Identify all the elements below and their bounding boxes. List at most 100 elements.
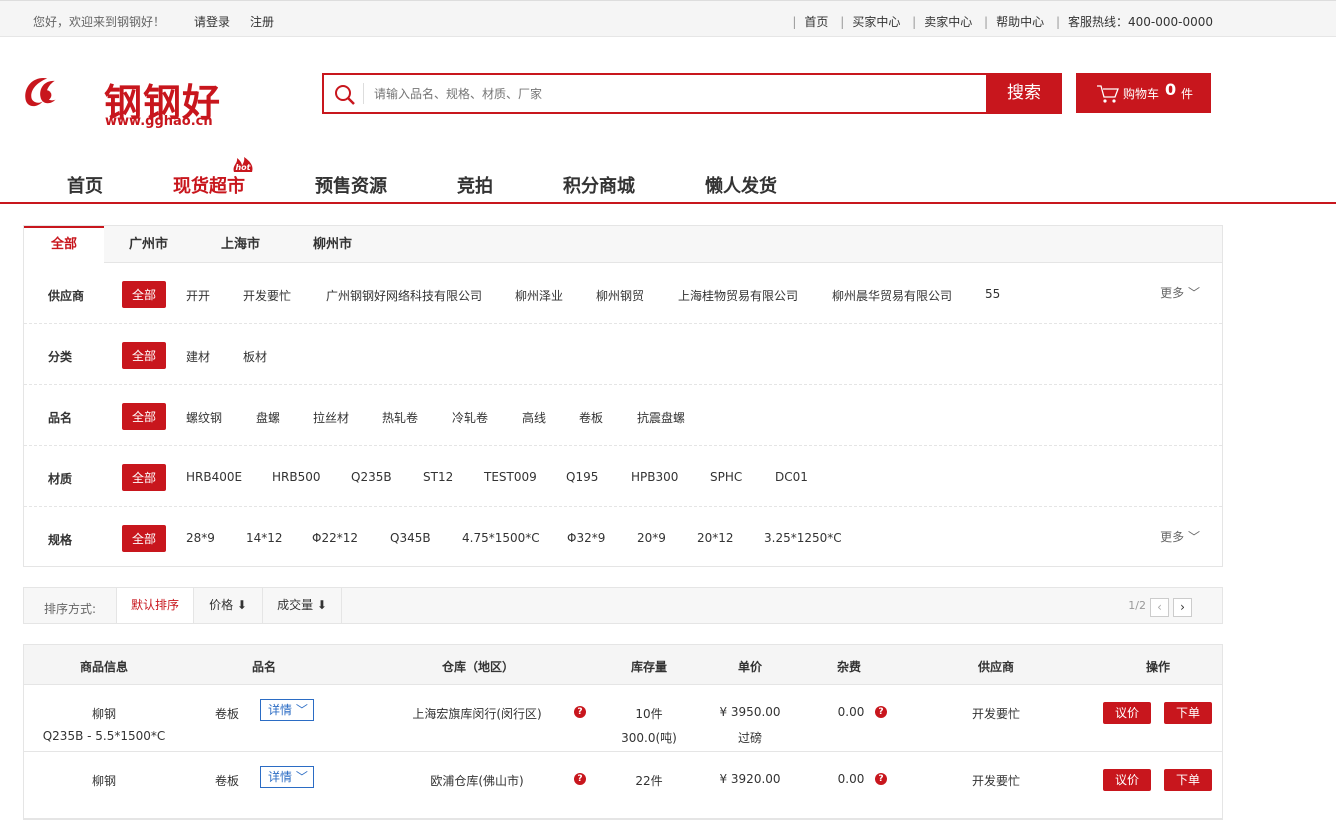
filter-option[interactable]: 上海桂物贸易有限公司	[678, 287, 798, 304]
sort-volume[interactable]: 成交量 ⬇	[263, 588, 342, 623]
detail-button[interactable]: 详情 ﹀	[260, 699, 314, 721]
help-icon[interactable]: ?	[875, 773, 887, 785]
brand-text: 柳钢	[91, 707, 117, 721]
filter-option[interactable]: 全部	[122, 464, 167, 491]
order-button[interactable]: 下单	[1164, 769, 1212, 791]
help-icon[interactable]: ?	[574, 706, 586, 718]
brand-text: 柳钢	[91, 774, 117, 788]
register-link[interactable]: 注册	[250, 13, 274, 30]
top-links: | 首页 | 买家中心 | 卖家中心 | 帮助中心 | 客服热线：400-000-0000	[792, 15, 1213, 29]
order-button[interactable]: 下单	[1164, 702, 1212, 724]
cart-button[interactable]: 购物车 0 件	[1076, 73, 1211, 113]
filter-row-material: 材质 全部 HRB400E HRB500 Q235B ST12 TEST009 …	[24, 446, 1222, 507]
filter-option[interactable]: 板材	[243, 348, 267, 365]
filter-option[interactable]: ST12	[423, 470, 453, 484]
filter-option[interactable]: Q195	[566, 470, 598, 484]
col-header: 商品信息	[79, 660, 129, 674]
nav-item-spot-market[interactable]: 现货超市	[173, 172, 245, 198]
filter-option[interactable]: 4.75*1500*C	[462, 531, 540, 545]
filter-option[interactable]: SPHC	[710, 470, 742, 484]
sort-default[interactable]: 默认排序	[116, 588, 194, 623]
top-link-home[interactable]: 首页	[804, 15, 828, 29]
filter-option[interactable]: 柳州泽业	[515, 287, 563, 304]
help-icon[interactable]: ?	[574, 773, 586, 785]
table-row: 柳钢 卷板 详情 ﹀ 欧浦仓库(佛山市) ? 22件 ¥ 3920.00 0.0…	[24, 752, 1222, 819]
detail-label: 详情	[268, 703, 293, 717]
filter-option[interactable]: HPB300	[631, 470, 678, 484]
prev-page-icon[interactable]: ‹	[1150, 598, 1169, 617]
fee-text: 0.00	[837, 705, 865, 719]
filter-option[interactable]: 建材	[186, 348, 210, 365]
filter-option[interactable]: 3.25*1250*C	[764, 531, 842, 545]
logo-icon[interactable]	[22, 57, 106, 133]
bargain-button[interactable]: 议价	[1103, 702, 1151, 724]
next-page-icon[interactable]: ›	[1173, 598, 1192, 617]
filter-option[interactable]: HRB500	[272, 470, 321, 484]
search-divider	[363, 83, 364, 104]
filter-option[interactable]: 全部	[122, 281, 167, 308]
top-link-help[interactable]: 帮助中心	[996, 15, 1044, 29]
top-link-seller[interactable]: 卖家中心	[924, 15, 972, 29]
top-link-buyer[interactable]: 买家中心	[852, 15, 900, 29]
filter-option[interactable]: 热轧卷	[382, 409, 418, 426]
detail-button[interactable]: 详情 ﹀	[260, 766, 314, 788]
filter-row-supplier: 供应商 全部 开开 开发要忙 广州钢钢好网络科技有限公司 柳州泽业 柳州钢贸 上…	[24, 263, 1222, 324]
bargain-button[interactable]: 议价	[1103, 769, 1151, 791]
supplier-link[interactable]: 开发要忙	[972, 705, 1020, 722]
tab-all-regions[interactable]: 全部	[24, 226, 104, 264]
filter-option[interactable]: 55	[985, 287, 1000, 301]
filter-option[interactable]: 20*9	[637, 531, 666, 545]
filter-option[interactable]: Q235B	[351, 470, 392, 484]
filter-option[interactable]: 拉丝材	[313, 409, 349, 426]
supplier-link[interactable]: 开发要忙	[972, 772, 1020, 789]
login-link[interactable]: 请登录	[194, 13, 230, 30]
filter-option[interactable]: Φ32*9	[567, 531, 605, 545]
filter-option[interactable]: Φ22*12	[312, 531, 358, 545]
filter-option[interactable]: 螺纹钢	[186, 409, 222, 426]
filter-option[interactable]: TEST009	[484, 470, 537, 484]
filter-option[interactable]: 全部	[122, 342, 167, 369]
filter-option[interactable]: 柳州钢贸	[596, 287, 644, 304]
filter-option[interactable]: HRB400E	[186, 470, 242, 484]
tab-liuzhou[interactable]: 柳州市	[313, 226, 352, 263]
price-text: ¥ 3920.00	[719, 772, 781, 786]
filter-option[interactable]: 14*12	[246, 531, 283, 545]
filter-option[interactable]: 28*9	[186, 531, 215, 545]
nav-item-auction[interactable]: 竞拍	[457, 172, 493, 198]
filter-option[interactable]: 盘螺	[256, 409, 280, 426]
chevron-down-icon: ﹀	[1187, 530, 1200, 544]
filter-option[interactable]: 全部	[122, 525, 167, 552]
filter-label: 材质	[48, 472, 73, 486]
sort-bar: 排序方式: 默认排序 价格 ⬇ 成交量 ⬇ 1/2 ‹ ›	[23, 587, 1223, 624]
nav-item-points-mall[interactable]: 积分商城	[563, 172, 635, 198]
filter-option[interactable]: 抗震盘螺	[637, 409, 685, 426]
cart-unit: 件	[1181, 87, 1194, 101]
filter-option[interactable]: 柳州晨华贸易有限公司	[832, 287, 952, 304]
filter-option[interactable]: DC01	[775, 470, 808, 484]
tab-shanghai[interactable]: 上海市	[221, 226, 260, 263]
nav-item-lazy-delivery[interactable]: 懒人发货	[705, 172, 777, 198]
filter-option[interactable]: 冷轧卷	[452, 409, 488, 426]
filter-option[interactable]: 开发要忙	[243, 287, 291, 304]
filter-option[interactable]: 广州钢钢好网络科技有限公司	[326, 287, 482, 304]
sort-price[interactable]: 价格 ⬇	[194, 588, 263, 623]
filter-option[interactable]: Q345B	[390, 531, 431, 545]
tab-guangzhou[interactable]: 广州市	[129, 226, 168, 263]
more-toggle[interactable]: 更多 ﹀	[1160, 528, 1200, 545]
nav-item-home[interactable]: 首页	[67, 172, 103, 198]
filter-option[interactable]: 全部	[122, 403, 167, 430]
more-toggle[interactable]: 更多 ﹀	[1160, 284, 1200, 301]
page-indicator: 1/2	[1128, 599, 1146, 612]
search-input[interactable]	[374, 81, 974, 106]
nav-item-presale[interactable]: 预售资源	[315, 172, 387, 198]
warehouse-text: 欧浦仓库(佛山市)	[430, 774, 524, 788]
filter-option[interactable]: 高线	[522, 409, 546, 426]
filter-option[interactable]: 卷板	[579, 409, 603, 426]
sort-label: 排序方式:	[44, 602, 97, 616]
hot-badge-icon: hot	[233, 157, 253, 172]
help-icon[interactable]: ?	[875, 706, 887, 718]
filter-option[interactable]: 开开	[186, 287, 210, 304]
search-button[interactable]: 搜索	[986, 73, 1062, 114]
filter-option[interactable]: 20*12	[697, 531, 734, 545]
col-header: 单价	[737, 660, 763, 674]
